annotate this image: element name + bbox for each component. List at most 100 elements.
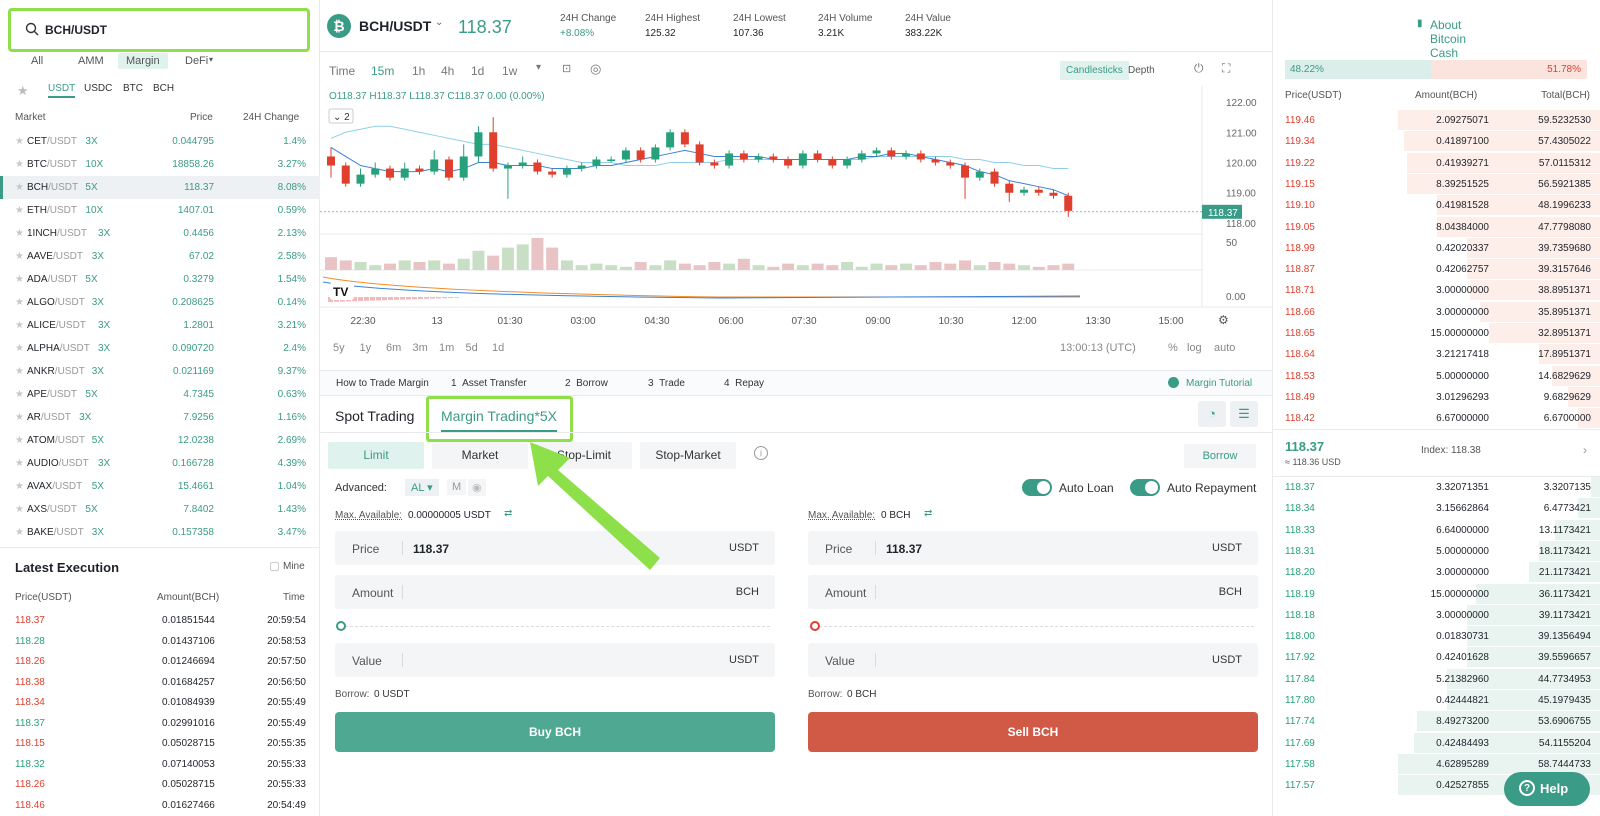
bid-row[interactable]: 117.69 0.42484493 54.1155204 [1273, 732, 1600, 754]
pair-name[interactable]: BCH/USDT [359, 18, 431, 34]
bid-row[interactable]: 118.19 15.00000000 36.1173421 [1273, 583, 1600, 605]
bid-row[interactable]: 117.80 0.42444821 45.1979435 [1273, 690, 1600, 711]
ask-row[interactable]: 118.64 3.21217418 17.8951371 [1273, 344, 1600, 365]
settings-sliders-icon[interactable]: ☰ [1230, 401, 1258, 427]
buy-slider-handle[interactable] [336, 621, 346, 631]
interval-time[interactable]: Time [329, 64, 355, 78]
star-icon[interactable]: ★ [15, 504, 24, 515]
market-row[interactable]: ★ ADA/USDT 5X 0.3279 1.54% [0, 268, 320, 291]
interval-more-icon[interactable]: ▾ [536, 62, 541, 73]
market-row[interactable]: ★ CET/USDT 3X 0.044795 1.4% [0, 130, 320, 153]
info-icon[interactable]: i [754, 446, 768, 460]
buy-amount-field[interactable]: Amount BCH [335, 575, 775, 609]
interval-1d[interactable]: 1d [471, 64, 484, 78]
tab-amm[interactable]: AMM [78, 55, 104, 67]
price-chart[interactable]: O118.37 H118.37 L118.37 C118.37 0.00 (0.… [320, 86, 1272, 370]
sell-value-field[interactable]: Value USDT [808, 643, 1258, 677]
sell-amount-field[interactable]: Amount BCH [808, 575, 1258, 609]
ask-row[interactable]: 118.42 6.67000000 6.6700000 [1273, 408, 1600, 429]
market-row[interactable]: ★ AVAX/USDT 5X 15.4661 1.04% [0, 475, 320, 498]
search-box[interactable]: BCH/USDT [8, 8, 310, 52]
indicator-icon[interactable]: ◎ [590, 61, 601, 77]
market-row[interactable]: ★ ALICE/USDT 3X 1.2801 3.21% [0, 314, 320, 337]
auto-loan-toggle[interactable] [1022, 479, 1052, 496]
market-row[interactable]: ★ APE/USDT 5X 4.7345 0.63% [0, 383, 320, 406]
eye-icon[interactable]: ◉ [468, 479, 486, 496]
mine-checkbox[interactable] [270, 562, 279, 571]
star-icon[interactable]: ★ [15, 527, 24, 538]
margin-tutorial-link[interactable]: Margin Tutorial [1186, 378, 1252, 389]
star-icon[interactable]: ★ [15, 274, 24, 285]
ask-row[interactable]: 119.34 0.41897100 57.4305022 [1273, 131, 1600, 152]
star-icon[interactable]: ★ [15, 366, 24, 377]
ask-row[interactable]: 119.10 0.41981528 48.1996233 [1273, 195, 1600, 216]
buy-value-field[interactable]: Value USDT [335, 643, 775, 677]
star-icon[interactable]: ★ [15, 458, 24, 469]
star-icon[interactable]: ★ [15, 159, 24, 170]
interval-1h[interactable]: 1h [412, 64, 425, 78]
ask-row[interactable]: 119.22 0.41939271 57.0115312 [1273, 152, 1600, 174]
market-row[interactable]: ★ ETH/USDT 10X 1407.01 0.59% [0, 199, 320, 222]
ask-row[interactable]: 118.99 0.42020337 39.7359680 [1273, 237, 1600, 259]
tab-margin[interactable]: Margin [118, 53, 168, 69]
refresh-icon[interactable]: ⏻ [1194, 61, 1204, 76]
market-row[interactable]: ★ BCH/USDT 5X 118.37 8.08% [0, 176, 320, 199]
sell-slider-handle[interactable] [810, 621, 820, 631]
favorites-star-icon[interactable]: ★ [17, 83, 29, 99]
chart-toggle-icon[interactable]: ◔ [1198, 401, 1226, 427]
market-row[interactable]: ★ ANKR/USDT 3X 0.021169 9.37% [0, 360, 320, 383]
pair-chevron-icon[interactable]: ⌄ [435, 17, 443, 28]
quote-tab-btc[interactable]: BTC [123, 83, 143, 94]
bid-row[interactable]: 118.20 3.00000000 21.1173421 [1273, 562, 1600, 583]
quote-tab-usdc[interactable]: USDC [84, 83, 112, 94]
market-row[interactable]: ★ BTC/USDT 10X 18858.26 3.27% [0, 153, 320, 176]
col-price-header[interactable]: Price [190, 112, 213, 123]
star-icon[interactable]: ★ [15, 205, 24, 216]
ask-row[interactable]: 118.65 15.00000000 32.8951371 [1273, 323, 1600, 344]
chevron-right-icon[interactable]: › [1583, 443, 1587, 457]
order-type-limit[interactable]: Limit [328, 442, 424, 469]
star-icon[interactable]: ★ [15, 320, 24, 331]
tab-all[interactable]: All [31, 55, 43, 67]
bid-row[interactable]: 117.92 0.42401628 39.5596657 [1273, 647, 1600, 668]
buy-amount-slider[interactable] [340, 626, 770, 627]
ask-row[interactable]: 118.71 3.00000000 38.8951371 [1273, 280, 1600, 301]
ask-row[interactable]: 119.05 8.04384000 47.7798080 [1273, 216, 1600, 238]
auto-repayment-toggle[interactable] [1130, 479, 1160, 496]
quote-tab-usdt[interactable]: USDT [48, 83, 76, 98]
view-candlesticks[interactable]: Candlesticks [1060, 61, 1129, 80]
bid-row[interactable]: 117.74 8.49273200 53.6906755 [1273, 711, 1600, 732]
buy-button[interactable]: Buy BCH [335, 712, 775, 752]
interval-15m[interactable]: 15m [371, 64, 394, 78]
view-depth[interactable]: Depth [1128, 65, 1155, 76]
star-icon[interactable]: ★ [15, 136, 24, 147]
ask-row[interactable]: 118.53 5.00000000 14.6829629 [1273, 365, 1600, 387]
chevron-down-icon[interactable]: ▾ [209, 55, 213, 64]
bid-row[interactable]: 118.33 6.64000000 13.1173421 [1273, 519, 1600, 541]
search-input[interactable]: BCH/USDT [45, 23, 107, 37]
star-icon[interactable]: ★ [15, 297, 24, 308]
chart-style-icon[interactable]: ⊡ [562, 62, 571, 75]
sell-transfer-icon[interactable]: ⇄ [924, 508, 932, 519]
market-row[interactable]: ★ AAVE/USDT 3X 67.02 2.58% [0, 245, 320, 268]
tab-defi[interactable]: DeFi [185, 55, 208, 67]
ask-row[interactable]: 118.66 3.00000000 35.8951371 [1273, 301, 1600, 323]
market-row[interactable]: ★ AR/USDT 3X 7.9256 1.16% [0, 406, 320, 429]
ask-row[interactable]: 118.49 3.01296293 9.6829629 [1273, 386, 1600, 408]
bid-row[interactable]: 118.31 5.00000000 18.1173421 [1273, 540, 1600, 562]
tab-spot-trading[interactable]: Spot Trading [335, 408, 414, 424]
bid-row[interactable]: 117.84 5.21382960 44.7734953 [1273, 668, 1600, 690]
market-row[interactable]: ★ AUDIO/USDT 3X 0.166728 4.39% [0, 452, 320, 475]
col-change-header[interactable]: 24H Change [243, 112, 299, 123]
market-row[interactable]: ★ BAKE/USDT 3X 0.157358 3.47% [0, 521, 320, 544]
quote-tab-bch[interactable]: BCH [153, 83, 174, 94]
bid-row[interactable]: 118.18 3.00000000 39.1173421 [1273, 604, 1600, 626]
market-row[interactable]: ★ AXS/USDT 5X 7.8402 1.43% [0, 498, 320, 521]
bid-row[interactable]: 118.00 0.01830731 39.1356494 [1273, 626, 1600, 647]
borrow-button[interactable]: Borrow [1184, 444, 1256, 468]
advanced-m-option[interactable]: M [447, 479, 467, 495]
fullscreen-icon[interactable]: ⛶ [1222, 61, 1230, 76]
help-button[interactable]: ? Help [1504, 772, 1590, 806]
col-market-header[interactable]: Market [15, 112, 46, 123]
star-icon[interactable]: ★ [15, 412, 24, 423]
